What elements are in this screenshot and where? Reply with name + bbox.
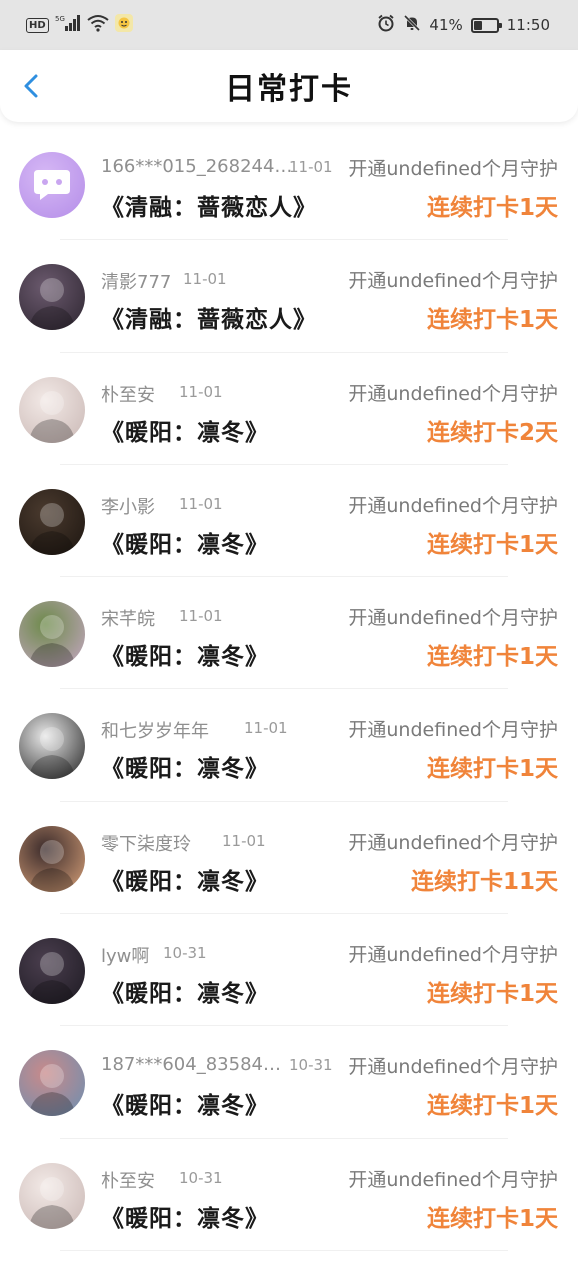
list-item[interactable]: 宋芊皖 11-01 开通undefined个月守护《暖阳：凛冬》 连续打卡1天 [0, 577, 578, 690]
battery-percent: 41% [429, 16, 463, 34]
hd-indicator: HD [26, 17, 49, 33]
checkin-streak: 连续打卡1天 [426, 195, 558, 221]
checkin-date: 11-01 [222, 831, 266, 850]
user-photo-icon [29, 278, 75, 331]
user-photo-icon [29, 390, 75, 443]
checkin-streak: 连续打卡1天 [426, 531, 558, 558]
avatar[interactable] [19, 601, 85, 668]
list-item[interactable]: lyw啊 10-31 开通undefined个月守护《暖阳：凛冬》 连续打卡1天 [0, 914, 578, 1027]
battery-level [473, 20, 482, 30]
status-bar: HD 5G 41% 11:50 [0, 0, 578, 50]
guard-status: 开通undefined个月守护 [348, 158, 558, 180]
checkin-list: 166***015_268244… 11-01 开通undefined个月守护 《清融… [0, 128, 578, 1252]
top-navigation-bar: 日常打卡 [0, 50, 578, 122]
book-title[interactable]: 《清融：蔷薇恋人》 [101, 300, 317, 334]
book-title[interactable]: 《清融：蔷薇恋人》 [101, 188, 317, 222]
guard-status: 开通undefined个月守护 [348, 494, 558, 517]
avatar[interactable] [19, 376, 85, 443]
avatar[interactable] [19, 264, 85, 331]
user-name: 朴至安 [101, 384, 155, 406]
book-title[interactable]: 《暖阳：凛冬》 [101, 413, 269, 447]
avatar[interactable] [19, 938, 85, 1005]
avatar[interactable] [19, 152, 85, 218]
checkin-date: 11-01 [289, 158, 333, 176]
guard-status: 开通undefined个月守护 [348, 1168, 558, 1191]
list-item[interactable]: 187***604_83584… 10-31 开通undefined个月守护《暖阳：… [0, 1026, 578, 1139]
checkin-date: 11-01 [179, 494, 223, 513]
avatar[interactable] [19, 1050, 85, 1117]
user-photo-icon [29, 952, 75, 1005]
user-photo-icon [29, 615, 75, 668]
checkin-date: 10-31 [289, 1056, 333, 1075]
alarm-icon [377, 14, 395, 36]
list-item[interactable]: 清影777 11-01 开通undefined个月守护《清融：蔷薇恋人》 连续打卡1天 [0, 240, 578, 353]
guard-status: 开通undefined个月守护 [348, 382, 558, 405]
list-item[interactable]: 朴至安 11-01 开通undefined个月守护《暖阳：凛冬》 连续打卡2天 [0, 353, 578, 466]
checkin-streak: 连续打卡1天 [426, 1093, 558, 1120]
user-name: 零下柒度玲 [101, 833, 191, 855]
checkin-streak: 连续打卡11天 [410, 868, 558, 895]
checkin-streak: 连续打卡1天 [426, 307, 558, 334]
user-name: 187***604_83584… [101, 1054, 281, 1076]
book-title[interactable]: 《暖阳：凛冬》 [101, 862, 269, 896]
user-name: 166***015_268244… [101, 156, 293, 177]
user-photo-icon [29, 502, 75, 555]
book-title[interactable]: 《暖阳：凛冬》 [101, 1199, 269, 1233]
user-photo-icon [29, 1064, 75, 1117]
list-item[interactable]: 166***015_268244… 11-01 开通undefined个月守护《清融… [0, 128, 578, 241]
guard-status: 开通undefined个月守护 [348, 607, 558, 630]
checkin-streak: 连续打卡1天 [426, 1205, 558, 1232]
book-title[interactable]: 《暖阳：凛冬》 [101, 637, 269, 671]
checkin-date: 11-01 [183, 270, 227, 289]
back-chevron-icon [24, 74, 38, 98]
user-photo-icon [29, 727, 75, 780]
list-item[interactable]: 零下柒度玲 11-01 开通undefined个月守护《暖阳：凛冬》 连续打卡11天 [0, 802, 578, 915]
avatar[interactable] [19, 825, 85, 892]
user-name: 清影777 [101, 272, 172, 294]
checkin-streak: 连续打卡1天 [426, 644, 558, 671]
checkin-date: 11-01 [179, 607, 223, 626]
avatar[interactable] [19, 488, 85, 555]
book-title[interactable]: 《暖阳：凛冬》 [101, 749, 269, 783]
signal-icon: 5G [55, 14, 81, 36]
guard-status: 开通undefined个月守护 [348, 831, 558, 854]
checkin-date: 10-31 [163, 944, 207, 963]
guard-status: 开通undefined个月守护 [348, 719, 558, 742]
avatar[interactable] [19, 713, 85, 780]
user-photo-icon [29, 839, 75, 892]
status-left: HD 5G [26, 14, 133, 36]
checkin-date: 11-01 [244, 719, 288, 738]
battery-icon [470, 17, 502, 33]
page-title: 日常打卡 [225, 72, 353, 107]
guard-status: 开通undefined个月守护 [348, 1056, 558, 1079]
list-item[interactable]: 李小影 11-01 开通undefined个月守护《暖阳：凛冬》 连续打卡1天 [0, 465, 578, 578]
guard-status: 开通undefined个月守护 [348, 944, 558, 967]
checkin-streak: 连续打卡2天 [426, 419, 558, 446]
book-title[interactable]: 《暖阳：凛冬》 [101, 525, 269, 559]
user-name: 李小影 [101, 496, 155, 518]
list-item[interactable]: 和七岁岁年年 11-01 开通undefined个月守护《暖阳：凛冬》 连续打卡1天 [0, 689, 578, 803]
checkin-streak: 连续打卡1天 [426, 756, 558, 783]
user-name: 宋芊皖 [101, 609, 155, 631]
guard-status: 开通undefined个月守护 [348, 270, 558, 293]
book-title[interactable]: 《暖阳：凛冬》 [101, 1086, 269, 1120]
network-type-label: 5G [55, 15, 65, 23]
checkin-date: 10-31 [179, 1168, 223, 1187]
user-name: 和七岁岁年年 [101, 721, 209, 743]
chat-bubble-icon [34, 170, 70, 200]
clock: 11:50 [506, 16, 550, 34]
user-photo-icon [29, 1176, 75, 1229]
book-title[interactable]: 《暖阳：凛冬》 [101, 974, 269, 1008]
checkin-streak: 连续打卡1天 [426, 981, 558, 1008]
status-right: 41% 11:50 [377, 14, 550, 36]
avatar[interactable] [19, 1162, 85, 1229]
wifi-icon [87, 14, 109, 36]
back-button[interactable] [18, 72, 46, 100]
mute-icon [403, 14, 421, 36]
list-item[interactable]: 朴至安 10-31 开通undefined个月守护《暖阳：凛冬》 连续打卡1天 [0, 1139, 578, 1252]
user-name: 朴至安 [101, 1170, 155, 1192]
user-name: lyw啊 [101, 946, 150, 968]
app-notification-icon [114, 14, 133, 36]
checkin-date: 11-01 [179, 382, 223, 401]
